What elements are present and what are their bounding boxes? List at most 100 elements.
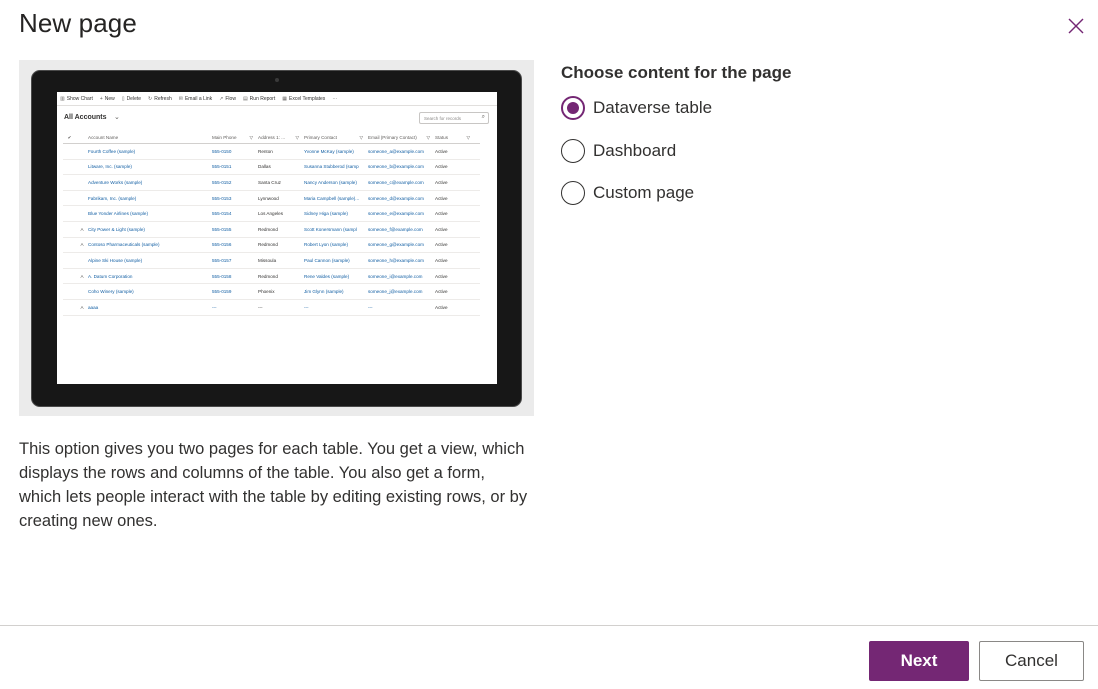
preview-col-label: Address 1: ... (258, 134, 286, 140)
preview-col-header: Main Phone ▽ (212, 135, 258, 141)
preview-cmd-refresh: ↻ Refresh (148, 96, 172, 102)
preview-col-header: Email (Primary Contact) ▽ (368, 135, 435, 141)
preview-cell-phone: 555-0150 (212, 148, 232, 154)
preview-cell-contact: Rene Valdes (sample) (304, 273, 350, 279)
preview-table-row: Fabrikam, Inc. (sample) 555-0153 Lynnwood M… (63, 191, 480, 207)
record-type-icon: A (80, 273, 84, 279)
preview-cell-city: Redmond (258, 273, 278, 279)
preview-table-row: Blue Yonder Airlines (sample) 555-0154 Los… (63, 206, 480, 222)
preview-cmd-flow: ↗ Flow (219, 96, 236, 102)
option-label: Dashboard (593, 141, 677, 160)
preview-cell-contact: Scott Konersmann (sampl (304, 226, 357, 232)
preview-cell-city: Los Angeles (258, 211, 284, 217)
flow-icon: ↗ (219, 95, 224, 102)
preview-cmd-run-report: ▤ Run Report (243, 96, 275, 102)
preview-table-row: Litware, Inc. (sample) 555-0151 Dallas Susa… (63, 160, 480, 176)
preview-cell-phone: 555-0154 (212, 211, 232, 217)
dialog-title: New page (19, 8, 137, 38)
preview-cmd-show-chart: ▥ Show Chart (60, 96, 93, 102)
preview-cell-status: Active (435, 289, 448, 295)
preview-cell-email: someone_e@example.com (368, 211, 424, 217)
preview-cell-status: Active (435, 226, 448, 232)
footer-divider (0, 625, 1098, 626)
preview-search-placeholder: Search for records (424, 116, 462, 121)
more-icon: ··· (332, 95, 338, 102)
option-label: Custom page (593, 183, 695, 202)
option-dataverse-table[interactable]: Dataverse table (561, 96, 712, 120)
preview-cmd-delete: ▯ Delete (122, 96, 141, 102)
chart-icon: ▥ (60, 95, 65, 102)
option-description: This option gives you two pages for each… (19, 440, 528, 530)
preview-cell-phone: 555-0156 (212, 242, 232, 248)
next-button[interactable]: Next (869, 641, 969, 681)
preview-cell-name: A. Datum Corporation (88, 273, 133, 279)
preview-cell-city: Renton (258, 148, 273, 154)
preview-cell-contact: Susanna Stubberod (samp (304, 164, 359, 170)
preview-view-bar: All Accounts ⌄ Search for records ⌕ (57, 106, 497, 132)
preview-cell-name: Coho Winery (sample) (88, 289, 134, 295)
preview-cell-contact: Nancy Anderson (sample) (304, 179, 357, 185)
preview-cell-status: Active (435, 148, 448, 154)
preview-col-header: Status ▽ (435, 135, 475, 141)
preview-cell-city: Phoenix (258, 289, 275, 295)
preview-cmd-label: Refresh (154, 95, 172, 102)
preview-cell-phone: 555-0159 (212, 289, 232, 295)
checkmark-icon: ✔ (67, 134, 72, 140)
preview-cell-name: City Power & Light (sample) (88, 226, 145, 232)
preview-screen: ▥ Show Chart + New ▯ Delete ↻ Refresh ✉ Email… (57, 92, 497, 384)
preview-cell-email: someone_a@example.com (368, 148, 424, 154)
refresh-icon: ↻ (148, 95, 153, 102)
preview-cell-name: Adventure Works (sample) (88, 179, 143, 185)
camera-dot (275, 78, 279, 82)
option-dashboard[interactable]: Dashboard (561, 139, 676, 163)
preview-cell-city: Redmond (258, 226, 278, 232)
preview-cell-city: Dallas (258, 164, 271, 170)
preview-cell-name: Fabrikam, Inc. (sample) (88, 195, 137, 201)
cancel-button[interactable]: Cancel (979, 641, 1084, 681)
preview-cell-status: Active (435, 195, 448, 201)
preview-cell-city: Missoula (258, 257, 277, 263)
filter-icon: ▽ (359, 134, 363, 140)
preview-cell-email: someone_f@example.com (368, 226, 423, 232)
preview-cmd-label: Email a Link (184, 95, 213, 102)
preview-cell-status: Active (435, 304, 448, 310)
chevron-down-icon: ⌄ (114, 114, 120, 121)
preview-cmd-label: Delete (126, 95, 142, 102)
preview-cmd-label: Excel Templates (288, 95, 326, 102)
content-choice-label: Choose content for the page (561, 63, 792, 82)
preview-col-label: Main Phone (212, 134, 237, 140)
radio-button[interactable] (561, 139, 585, 163)
preview-cell-city: Lynnwood (258, 195, 279, 201)
record-type-icon: A (80, 304, 84, 310)
preview-table-row: Aaaaa --- --- --- --- Active (63, 300, 480, 316)
preview-cell-phone: 555-0158 (212, 273, 232, 279)
preview-col-label: Status (435, 134, 449, 140)
preview-cell-contact: --- (304, 304, 309, 310)
plus-icon: + (99, 95, 103, 102)
preview-image: ▥ Show Chart + New ▯ Delete ↻ Refresh ✉ Email… (19, 60, 534, 416)
preview-cell-phone: 555-0151 (212, 164, 232, 170)
close-button[interactable] (1064, 14, 1088, 38)
preview-cell-phone: --- (212, 304, 217, 310)
preview-cell-city: Redmond (258, 242, 278, 248)
preview-cell-phone: 555-0152 (212, 179, 232, 185)
option-label: Dataverse table (593, 98, 713, 117)
preview-cell-contact: Paul Cannon (sample) (304, 257, 350, 263)
preview-search-box: Search for records ⌕ (419, 112, 489, 124)
filter-icon: ▽ (466, 134, 470, 140)
radio-button[interactable] (561, 181, 585, 205)
preview-table-row: Coho Winery (sample) 555-0159 Phoenix Jim G… (63, 284, 480, 300)
radio-button[interactable] (561, 96, 585, 120)
option-custom-page[interactable]: Custom page (561, 181, 694, 205)
preview-cell-status: Active (435, 257, 448, 263)
preview-table-row: Adventure Works (sample) 555-0152 Santa Cr… (63, 175, 480, 191)
close-icon (1068, 18, 1084, 34)
preview-cell-name: Alpine Ski House (sample) (88, 257, 143, 263)
preview-grid-header: ✔ Account Name Main Phone ▽ Address 1: ..… (63, 132, 480, 144)
preview-cell-contact: Robert Lyon (sample) (304, 242, 348, 248)
preview-table-row: Fourth Coffee (sample) 555-0150 Renton Yvon… (63, 144, 480, 160)
preview-view-title: All Accounts (64, 114, 107, 121)
filter-icon: ▽ (249, 134, 253, 140)
preview-cell-email: someone_g@example.com (368, 242, 424, 248)
preview-cell-email: someone_d@example.com (368, 195, 424, 201)
